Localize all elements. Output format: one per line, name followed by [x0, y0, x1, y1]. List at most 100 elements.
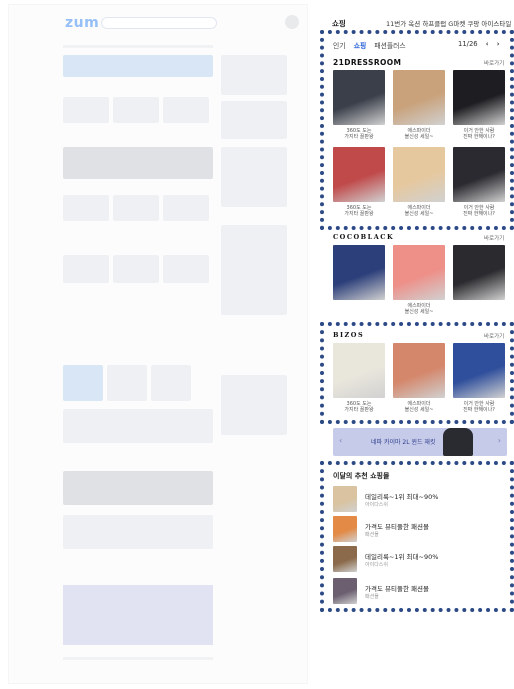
product-card[interactable]: 360도 도는 가지타 꿀판왕 [333, 70, 385, 140]
tab-fashionplus[interactable]: 패션플러스 [374, 42, 405, 50]
background-thumb [63, 97, 109, 123]
brand-more-link[interactable]: 바로가기 [484, 59, 504, 67]
background-thumb [113, 195, 159, 221]
background-footer [63, 657, 213, 660]
background-shop-tile [63, 365, 103, 401]
shop-name: 가격도 뷰티풀한 패션몰 [365, 585, 429, 593]
list-item[interactable]: 데일리룩~1위 최대~90% 아이다스쉬 [333, 546, 503, 574]
tab-shopping[interactable]: 쇼핑 [354, 42, 367, 50]
background-ad-banner [63, 55, 213, 77]
list-item[interactable]: 가격도 뷰티풀한 패션몰 패션몰 [333, 516, 503, 544]
background-side-block [221, 375, 287, 435]
product-caption: 블신성 세일~ [404, 134, 434, 140]
pager: 11/26 ‹ › [458, 40, 500, 48]
product-caption: 진짜 한해이나? [463, 211, 495, 217]
background-side-block [221, 147, 287, 207]
background-stage-image [63, 585, 213, 645]
shop-seller: 패션몰 [365, 594, 379, 600]
background-news-row [63, 471, 213, 505]
product-card[interactable]: 360도 도는 가지타 꿀판왕 [333, 147, 385, 217]
background-side-block [221, 55, 287, 95]
product-card[interactable] [333, 245, 385, 303]
background-header: zum [9, 5, 307, 39]
product-image [453, 147, 505, 202]
chevron-left-icon[interactable]: ‹ [339, 436, 342, 445]
jacket-image [443, 428, 473, 456]
product-image [393, 343, 445, 398]
shop-name: 가격도 뷰티풀한 패션몰 [365, 523, 429, 531]
product-card[interactable]: 이거 안한 사람 진짜 한해이나? [453, 147, 505, 217]
promo-banner-text: 네파 카이마 2L 윈드 재킷 [371, 439, 436, 446]
product-image [333, 343, 385, 398]
background-portal-page: zum [8, 4, 308, 684]
background-video-row [63, 147, 213, 179]
promo-banner[interactable]: ‹ 네파 카이마 2L 윈드 재킷 › [333, 428, 507, 456]
brand-cocoblack[interactable]: COCOBLACK [333, 233, 394, 241]
chevron-right-icon[interactable]: › [498, 436, 501, 445]
background-thumb [63, 195, 109, 221]
shopping-tabs: 인기 쇼핑 패션플러스 [333, 40, 412, 50]
product-card[interactable]: 이거 안한 사람 진짜 한해이나? [453, 343, 505, 413]
background-shop-tile [107, 365, 147, 401]
shop-thumbnail [333, 486, 357, 512]
product-card[interactable]: 에스파이더 블신성 세일~ [393, 70, 445, 140]
product-caption: 블신성 세일~ [404, 309, 434, 315]
product-image [393, 245, 445, 300]
background-side-block [221, 101, 287, 139]
shop-seller: 아이다스쉬 [365, 562, 389, 568]
product-caption: 가지타 꿀판왕 [344, 407, 374, 413]
background-thumb [163, 195, 209, 221]
panel-title: 쇼핑 [332, 19, 346, 28]
product-caption: 블신성 세일~ [404, 407, 434, 413]
brand-more-link[interactable]: 바로가기 [484, 234, 504, 242]
product-card[interactable]: 360도 도는 가지타 꿀판왕 [333, 343, 385, 413]
product-caption: 블신성 세일~ [404, 211, 434, 217]
product-image [333, 70, 385, 125]
product-image [453, 245, 505, 300]
brand-bizos[interactable]: BIZOS [333, 331, 364, 339]
background-avatar [285, 15, 299, 29]
background-thumb [113, 97, 159, 123]
chevron-left-icon[interactable]: ‹ [486, 40, 489, 48]
brand-21dressroom[interactable]: 21DRESSROOM [333, 58, 401, 67]
background-search-bar [101, 17, 217, 29]
shop-seller: 패션몰 [365, 532, 379, 538]
portal-logo: zum [65, 15, 100, 31]
product-image [333, 245, 385, 300]
recommended-title: 이달의 추천 쇼핑몰 [333, 472, 390, 480]
shop-thumbnail [333, 578, 357, 604]
shop-thumbnail [333, 546, 357, 572]
chevron-right-icon[interactable]: › [497, 40, 500, 48]
product-image [393, 70, 445, 125]
shop-seller: 아이다스쉬 [365, 502, 389, 508]
background-news-row [63, 515, 213, 549]
product-caption: 진짜 한해이나? [463, 407, 495, 413]
product-card[interactable]: 이거 안한 사람 진짜 한해이나? [453, 70, 505, 140]
tab-popular[interactable]: 인기 [333, 42, 346, 50]
shop-name: 데일리룩~1위 최대~90% [365, 553, 439, 561]
background-thumb [63, 255, 109, 283]
product-caption: 진짜 한해이나? [463, 134, 495, 140]
product-caption: 가지타 꿀판왕 [344, 134, 374, 140]
shop-thumbnail [333, 516, 357, 542]
background-thumb [163, 97, 209, 123]
list-item[interactable]: 데일리룩~1위 최대~90% 아이다스쉬 [333, 486, 503, 514]
background-shop-row [63, 409, 213, 443]
background-thumb [113, 255, 159, 283]
background-shop-tile [151, 365, 191, 401]
product-card[interactable]: 에스파이더 블신성 세일~ [393, 245, 445, 315]
list-item[interactable]: 가격도 뷰티풀한 패션몰 패션몰 [333, 578, 503, 606]
shopping-ticker[interactable]: 11번가 옥션 하프클럽 G마켓 쿠팡 아이스타일 [386, 18, 511, 28]
product-card[interactable]: 에스파이더 블신성 세일~ [393, 147, 445, 217]
background-thumb [163, 255, 209, 283]
product-image [333, 147, 385, 202]
product-card[interactable] [453, 245, 505, 303]
product-image [393, 147, 445, 202]
shop-name: 데일리룩~1위 최대~90% [365, 493, 439, 501]
product-image [453, 343, 505, 398]
product-caption: 가지타 꿀판왕 [344, 211, 374, 217]
product-card[interactable]: 에스파이더 블신성 세일~ [393, 343, 445, 413]
page-indicator: 11/26 [458, 40, 478, 48]
background-nav [63, 45, 213, 48]
brand-more-link[interactable]: 바로가기 [484, 332, 504, 340]
